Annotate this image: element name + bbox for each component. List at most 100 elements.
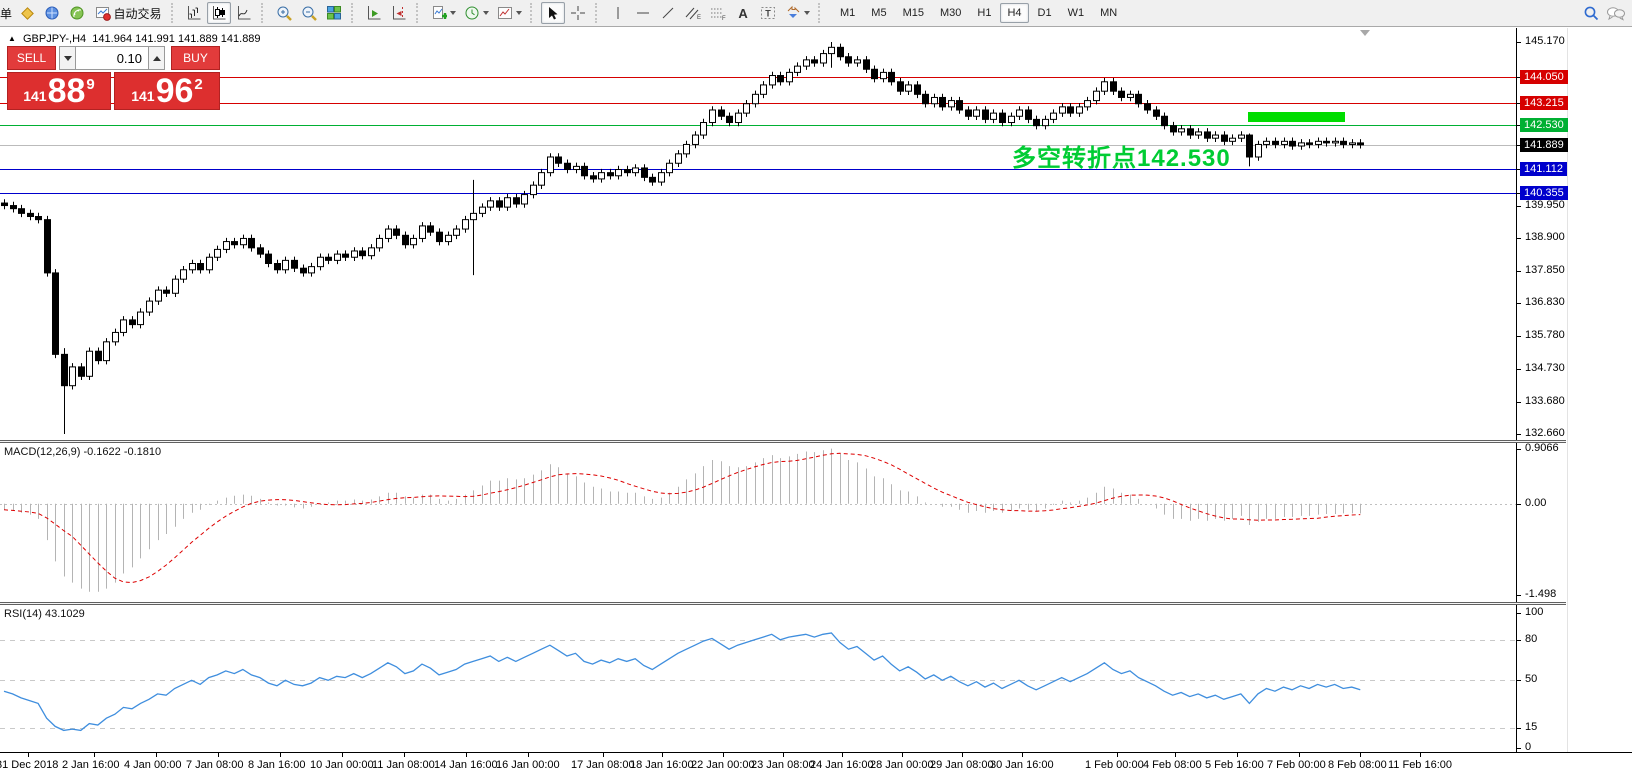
line-chart-icon: [236, 5, 252, 21]
timeframe-m15-button[interactable]: M15: [896, 3, 931, 23]
fibonacci-icon: F: [709, 5, 727, 21]
candlestick-icon: [211, 5, 227, 21]
templates-button[interactable]: [493, 2, 525, 24]
zoom-in-button[interactable]: [272, 2, 296, 24]
bar-chart-mode-button[interactable]: [182, 2, 206, 24]
auto-scroll-icon: [366, 5, 382, 21]
tile-windows-button[interactable]: [322, 2, 346, 24]
timeframe-h4-button[interactable]: H4: [1000, 3, 1028, 23]
new-order-button[interactable]: 单: [0, 5, 14, 22]
time-tick: [218, 753, 219, 757]
price-axis[interactable]: 145.170139.950138.900137.850136.830135.7…: [1516, 28, 1632, 752]
buy-price-big: 96: [156, 73, 194, 109]
axis-tick: [1517, 271, 1521, 272]
chart-shift-marker-icon[interactable]: [1360, 30, 1370, 36]
chart-shift-button[interactable]: [387, 2, 411, 24]
dropdown-caret-icon: [516, 11, 522, 15]
level-price-label: 140.355: [1520, 186, 1568, 200]
timeframe-m5-button[interactable]: M5: [864, 3, 893, 23]
time-tick-label: 4 Feb 08:00: [1143, 759, 1202, 771]
buy-price-button[interactable]: 141 96 2: [114, 72, 220, 110]
sell-button[interactable]: SELL: [7, 46, 56, 70]
price-tick-label: 139.950: [1525, 199, 1565, 211]
line-chart-mode-button[interactable]: [232, 2, 256, 24]
time-axis[interactable]: 31 Dec 20182 Jan 16:004 Jan 00:007 Jan 0…: [0, 752, 1632, 775]
main-chart-pane[interactable]: ▲ GBPJPY-,H4 141.964 141.991 141.889 141…: [0, 28, 1516, 441]
community-button[interactable]: [40, 2, 64, 24]
time-tick: [94, 753, 95, 757]
axis-tick: [1517, 680, 1521, 681]
toolbar-grip: [261, 3, 268, 23]
axis-tick: [1517, 303, 1521, 304]
chat-button[interactable]: [1604, 2, 1628, 24]
pane-splitter[interactable]: [0, 440, 1566, 443]
sell-price-button[interactable]: 141 88 9: [7, 72, 111, 110]
dropdown-caret-icon: [450, 11, 456, 15]
price-tick-label: -1.498: [1525, 588, 1556, 600]
time-tick: [528, 753, 529, 757]
price-tick-label: 15: [1525, 721, 1537, 733]
auto-scroll-button[interactable]: [362, 2, 386, 24]
time-tick-label: 17 Jan 08:00: [571, 759, 635, 771]
axis-tick: [1517, 640, 1521, 641]
time-tick-label: 11 Feb 16:00: [1388, 759, 1452, 771]
time-tick: [1117, 753, 1118, 757]
pane-splitter[interactable]: [0, 602, 1566, 605]
time-tick-label: 29 Jan 08:00: [930, 759, 994, 771]
text-tool-button[interactable]: A: [731, 2, 755, 24]
time-tick-label: 7 Jan 08:00: [186, 759, 244, 771]
volume-decrease-button[interactable]: [59, 46, 76, 70]
price-tick-label: 0.9066: [1525, 442, 1559, 454]
time-tick: [28, 753, 29, 757]
toolbar-grip: [818, 3, 825, 23]
candlestick-mode-button[interactable]: [207, 2, 231, 24]
horizontal-line-icon: [635, 6, 651, 20]
zoom-out-button[interactable]: [297, 2, 321, 24]
time-tick: [280, 753, 281, 757]
volume-input[interactable]: [76, 46, 148, 70]
timeframe-h1-button[interactable]: H1: [970, 3, 998, 23]
horizontal-line-tool-button[interactable]: [631, 2, 655, 24]
price-tick-label: 145.170: [1525, 35, 1565, 47]
toolbar-grip: [595, 3, 602, 23]
indicators-button[interactable]: [427, 2, 459, 24]
cursor-tool-button[interactable]: [541, 2, 565, 24]
market-watch-button[interactable]: [15, 2, 39, 24]
time-tick: [156, 753, 157, 757]
rsi-chart-canvas[interactable]: [0, 606, 1516, 752]
fibonacci-tool-button[interactable]: F: [706, 2, 730, 24]
text-label-tool-button[interactable]: T: [756, 2, 780, 24]
candlestick-chart-canvas[interactable]: [0, 28, 1516, 441]
timeframe-m1-button[interactable]: M1: [833, 3, 862, 23]
volume-increase-button[interactable]: [148, 46, 165, 70]
equidistant-channel-tool-button[interactable]: E: [681, 2, 705, 24]
time-tick: [466, 753, 467, 757]
time-tick-label: 8 Feb 08:00: [1328, 759, 1387, 771]
time-tick-label: 23 Jan 08:00: [751, 759, 815, 771]
timeframe-d1-button[interactable]: D1: [1031, 3, 1059, 23]
text-a-icon: A: [738, 6, 747, 21]
time-tick-label: 28 Jan 00:00: [870, 759, 934, 771]
chat-bubbles-icon: [1606, 5, 1626, 21]
timeframe-mn-button[interactable]: MN: [1093, 3, 1124, 23]
timeframe-w1-button[interactable]: W1: [1061, 3, 1092, 23]
time-tick: [1175, 753, 1176, 757]
crosshair-tool-button[interactable]: [566, 2, 590, 24]
macd-chart-canvas[interactable]: [0, 444, 1516, 603]
collapse-arrow-icon[interactable]: ▲: [8, 34, 16, 43]
vertical-line-tool-button[interactable]: [606, 2, 630, 24]
time-tick: [342, 753, 343, 757]
label-t-icon: T: [759, 5, 777, 21]
chart-symbol: GBPJPY-,H4: [23, 33, 86, 45]
periods-button[interactable]: [460, 2, 492, 24]
timeframe-m30-button[interactable]: M30: [933, 3, 968, 23]
buy-button[interactable]: BUY: [171, 46, 220, 70]
rsi-pane[interactable]: RSI(14) 43.1029: [0, 606, 1516, 752]
channel-icon: E: [684, 5, 702, 21]
search-button[interactable]: [1579, 2, 1603, 24]
signals-button[interactable]: [65, 2, 89, 24]
autotrading-button[interactable]: 自动交易: [90, 2, 166, 24]
macd-pane[interactable]: MACD(12,26,9) -0.1622 -0.1810: [0, 444, 1516, 603]
arrows-tool-button[interactable]: [781, 2, 813, 24]
trendline-tool-button[interactable]: [656, 2, 680, 24]
